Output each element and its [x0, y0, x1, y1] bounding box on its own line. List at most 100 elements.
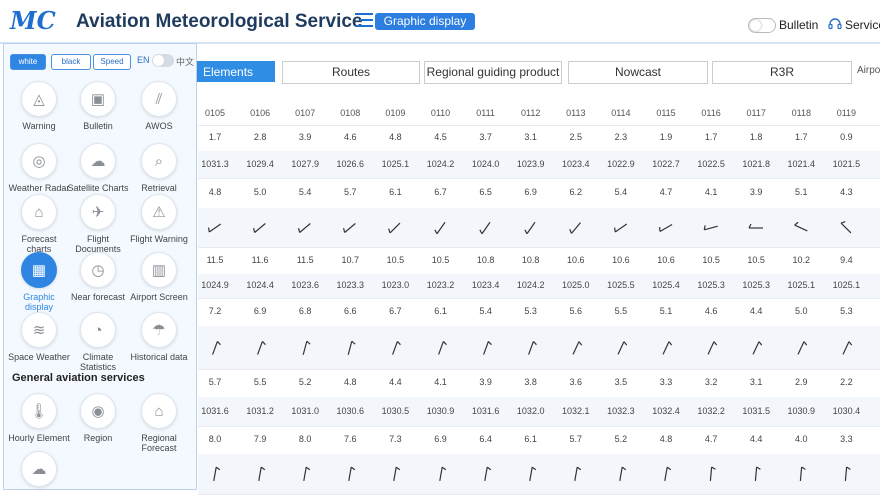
table-cell: 5.0 [795, 306, 808, 316]
wind-barb-icon [193, 339, 237, 357]
theme-white-button[interactable]: white [10, 54, 46, 70]
cloud-icon: ☁ [80, 143, 116, 179]
wind-barb-icon [599, 465, 643, 483]
language-toggle[interactable] [152, 54, 174, 67]
lang-zh-label[interactable]: 中文 [176, 55, 194, 68]
menu-item-weather-radar[interactable]: ◎ Weather Radar [8, 143, 70, 193]
table-cell: 1031.5 [742, 406, 770, 416]
menu-item-label: Hourly Element [8, 433, 70, 443]
table-cell: 1.7 [208, 132, 222, 142]
wind-barb-icon [824, 219, 868, 237]
table-cell: 1026.6 [336, 159, 365, 169]
general-item-regional-forecast[interactable]: ⌂ Regional Forecast [128, 393, 190, 453]
menu-item-label: Graphic display [23, 292, 55, 312]
table-cell: 4.5 [434, 132, 447, 142]
wind-barb-icon [599, 219, 643, 237]
wind-barb-icon [734, 339, 778, 357]
wind-barb-icon [419, 339, 463, 357]
menu-item-airport-screen[interactable]: ▥ Airport Screen [128, 252, 190, 302]
wind-barb-icon [689, 465, 733, 483]
table-cell: 8.0 [298, 434, 312, 444]
menu-item-label: Near forecast [70, 292, 126, 302]
menu-icon[interactable] [355, 13, 373, 27]
menu-item-label: Satellite Charts [67, 183, 129, 193]
tab-airport-partial[interactable]: Airpo [857, 65, 880, 76]
menu-item-awos[interactable]: ⫽ AWOS [128, 81, 190, 131]
search-icon: ⌕ [141, 143, 177, 179]
table-cell: 4.6 [344, 132, 357, 142]
menu-item-satellite-charts[interactable]: ☁ Satellite Charts [67, 143, 129, 193]
table-cell: 6.6 [344, 306, 357, 316]
table-cell: 0.9 [840, 132, 853, 142]
bulletin-toggle[interactable] [748, 18, 776, 33]
service-label[interactable]: Service [845, 18, 880, 32]
tab-routes[interactable]: Routes [282, 61, 420, 84]
menu-item-label: AWOS [145, 121, 173, 131]
table-cell: 3.2 [704, 377, 718, 387]
menu-item-graphic-display[interactable]: ▦ Graphic display [8, 252, 70, 312]
menu-item-climate-statistics[interactable]: ◔ Climate Statistics [67, 312, 129, 372]
general-item-more[interactable]: ☁ [8, 451, 70, 487]
general-item-region[interactable]: ◉ Region [67, 393, 129, 443]
table-cell: 1.7 [795, 132, 808, 142]
warning-icon: ◬ [21, 81, 57, 117]
menu-item-flight-warning[interactable]: ⚠ Flight Warning [128, 194, 190, 244]
flight-warning-icon: ⚠ [141, 194, 177, 230]
general-item-hourly-element[interactable]: 🌡 Hourly Element [8, 393, 70, 443]
menu-item-label: Region [83, 433, 113, 443]
table-cell: 11.5 [296, 255, 314, 265]
wind-barb-icon [373, 465, 417, 483]
menu-item-retrieval[interactable]: ⌕ Retrieval [128, 143, 190, 193]
menu-item-near-forecast[interactable]: ◷ Near forecast [67, 252, 129, 302]
menu-item-historical-data[interactable]: ☂ Historical data [128, 312, 190, 362]
wind-barb-icon [554, 339, 598, 357]
table-row: 1.7 2.8 3.9 4.6 4.8 4.5 3.7 3.1 2.5 2.3 1.9 1.7 1.8 1… [198, 125, 880, 152]
clock-icon: ◷ [80, 252, 116, 288]
graphic-display-button[interactable]: Graphic display [375, 13, 475, 30]
tab-r3r[interactable]: R3R [712, 61, 852, 84]
table-cell: 5.6 [569, 306, 583, 316]
table-cell: 1022.9 [607, 159, 635, 169]
table-cell: 10.8 [521, 255, 540, 265]
wind-barb-icon [644, 339, 688, 357]
theme-black-button[interactable]: black [51, 54, 91, 70]
table-cell: 1024.2 [426, 159, 455, 169]
table-cell: 1021.8 [742, 159, 770, 169]
menu-item-warning[interactable]: ◬ Warning [8, 81, 70, 131]
menu-item-label: Flight Warning [130, 234, 188, 244]
wind-barb-icon [373, 339, 417, 357]
table-cell: 8.0 [208, 434, 222, 444]
wind-barb-icon [464, 339, 508, 357]
table-cell: 10.6 [612, 255, 630, 265]
hour-header: 0107 [295, 108, 316, 118]
tab-elements[interactable]: Elements [197, 61, 275, 82]
menu-item-space-weather[interactable]: ≋ Space Weather [8, 312, 70, 362]
tab-regional-guiding-product[interactable]: Regional guiding product [424, 61, 562, 84]
wind-barb-icon [193, 219, 237, 237]
bulletin-icon: ▣ [80, 81, 116, 117]
table-row: 4.8 5.0 5.4 5.7 6.1 6.7 6.5 6.9 6.2 5.4 4.7 4.1 3.9 5… [198, 178, 880, 209]
table-row: 1024.9 1024.4 1023.6 1023.3 1023.0 1023.2 1023… [198, 274, 880, 299]
theme-speed-button[interactable]: Speed [93, 54, 131, 70]
wind-barb-icon [283, 219, 327, 237]
table-cell: 5.3 [524, 306, 537, 316]
table-cell: 1029.4 [246, 159, 274, 169]
table-cell: 4.1 [704, 187, 718, 197]
table-cell: 4.0 [795, 434, 808, 444]
table-cell: 1024.4 [246, 280, 274, 290]
headset-icon[interactable] [828, 17, 842, 31]
table-cell: 4.8 [659, 434, 673, 444]
tab-nowcast[interactable]: Nowcast [568, 61, 708, 84]
bulletin-label[interactable]: Bulletin [779, 18, 818, 32]
table-cell: 3.6 [569, 377, 583, 387]
table-row: 11.5 11.6 11.5 10.7 10.5 10.5 10.8 10.8 10.6 10.6… [198, 247, 880, 275]
menu-item-flight-documents[interactable]: ✈ Flight Documents [67, 194, 129, 254]
table-row: 5.7 5.5 5.2 4.8 4.4 4.1 3.9 3.8 3.6 3.5 3.3 3.2 3.1 2… [198, 369, 880, 398]
lang-en-label[interactable]: EN [137, 55, 150, 65]
wind-barb-icon [734, 219, 778, 237]
table-cell: 1032.4 [652, 406, 680, 416]
menu-item-forecast-charts[interactable]: ⌂ Forecast charts [8, 194, 70, 254]
table-cell: 4.8 [344, 377, 357, 387]
menu-item-bulletin[interactable]: ▣ Bulletin [67, 81, 129, 131]
table-cell: 4.8 [208, 187, 222, 197]
